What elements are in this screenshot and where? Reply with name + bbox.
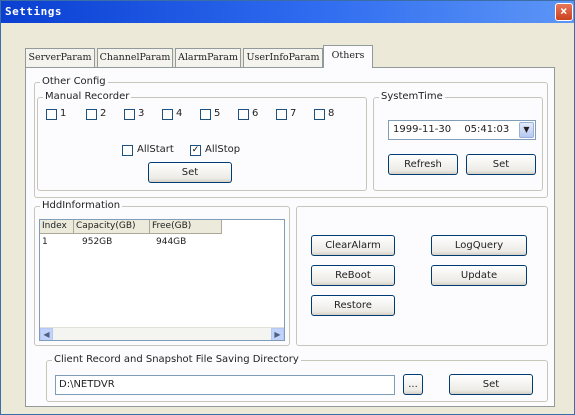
others-panel: Other Config Manual Recorder 1 2 3 4 5 6… <box>25 67 555 407</box>
directory-set-button[interactable]: Set <box>449 374 533 395</box>
channel-1-label: 1 <box>60 108 67 119</box>
refresh-time-button[interactable]: Refresh <box>388 154 458 175</box>
title-bar[interactable]: Settings × <box>1 1 574 23</box>
restore-button[interactable]: Restore <box>311 295 395 316</box>
all-stop-checkbox[interactable]: ✓ <box>190 145 201 156</box>
chevron-down-icon[interactable]: ▼ <box>519 122 534 138</box>
system-date-value: 1999-11-30 <box>393 124 452 135</box>
scroll-left-icon[interactable]: ◀ <box>40 328 53 340</box>
system-time-group: SystemTime 1999-11-30 05:41:03 ▼ Refresh… <box>373 91 543 191</box>
all-start-label: AllStart <box>137 144 174 155</box>
tab-others[interactable]: Others <box>323 45 373 68</box>
system-actions-group: ClearAlarm LogQuery ReBoot Update Restor… <box>296 206 548 346</box>
hdd-free-cell: 944GB <box>156 237 187 247</box>
hdd-table-header: Index Capacity(GB) Free(GB) <box>40 220 284 234</box>
hdd-information-group: HddInformation Index Capacity(GB) Free(G… <box>34 200 290 346</box>
channel-4-label: 4 <box>176 108 183 119</box>
settings-window: Settings × ServerParam ChannelParam Alar… <box>0 0 575 415</box>
system-time-legend: SystemTime <box>379 91 445 103</box>
table-row[interactable]: 1 952GB 944GB <box>40 236 284 248</box>
all-stop-label: AllStop <box>205 144 241 155</box>
manual-recorder-group: Manual Recorder 1 2 3 4 5 6 7 8 AllStart… <box>37 91 367 191</box>
close-icon[interactable]: × <box>555 3 573 21</box>
clear-alarm-button[interactable]: ClearAlarm <box>311 235 395 256</box>
channel-2-label: 2 <box>100 108 107 119</box>
system-time-value: 05:41:03 <box>464 124 510 135</box>
horizontal-scrollbar[interactable]: ◀ ▶ <box>40 327 284 340</box>
all-start-checkbox[interactable] <box>122 145 133 156</box>
system-time-picker[interactable]: 1999-11-30 05:41:03 ▼ <box>388 120 536 140</box>
channel-8-label: 8 <box>328 108 335 119</box>
channel-3-label: 3 <box>138 108 145 119</box>
channel-3-checkbox[interactable] <box>124 109 135 120</box>
client-directory-group: Client Record and Snapshot File Saving D… <box>46 354 548 402</box>
channel-6-label: 6 <box>252 108 259 119</box>
channel-1-checkbox[interactable] <box>46 109 57 120</box>
window-title: Settings <box>5 5 62 18</box>
tab-user-info-param[interactable]: UserInfoParam <box>243 48 323 67</box>
channel-7-label: 7 <box>290 108 297 119</box>
manual-recorder-legend: Manual Recorder <box>43 91 132 103</box>
log-query-button[interactable]: LogQuery <box>431 235 527 256</box>
client-directory-legend: Client Record and Snapshot File Saving D… <box>52 354 301 366</box>
hdd-table[interactable]: Index Capacity(GB) Free(GB) 1 952GB 944G… <box>39 219 285 341</box>
channel-8-checkbox[interactable] <box>314 109 325 120</box>
column-header-capacity[interactable]: Capacity(GB) <box>74 220 150 234</box>
channel-6-checkbox[interactable] <box>238 109 249 120</box>
other-config-group: Other Config Manual Recorder 1 2 3 4 5 6… <box>34 76 548 198</box>
manual-recorder-set-button[interactable]: Set <box>148 162 232 183</box>
column-header-free[interactable]: Free(GB) <box>150 220 222 234</box>
browse-button[interactable]: ... <box>403 374 423 395</box>
channel-7-checkbox[interactable] <box>276 109 287 120</box>
system-time-set-button[interactable]: Set <box>466 154 536 175</box>
directory-path-input[interactable]: D:\NETDVR <box>55 375 395 395</box>
tab-server-param[interactable]: ServerParam <box>25 48 95 67</box>
channel-5-label: 5 <box>214 108 221 119</box>
channel-4-checkbox[interactable] <box>162 109 173 120</box>
hdd-information-legend: HddInformation <box>40 200 123 212</box>
hdd-capacity-cell: 952GB <box>82 237 113 247</box>
tab-alarm-param[interactable]: AlarmParam <box>175 48 241 67</box>
hdd-index-cell: 1 <box>42 237 48 247</box>
channel-2-checkbox[interactable] <box>86 109 97 120</box>
update-button[interactable]: Update <box>431 265 527 286</box>
scroll-right-icon[interactable]: ▶ <box>271 328 284 340</box>
channel-5-checkbox[interactable] <box>200 109 211 120</box>
other-config-legend: Other Config <box>40 76 108 88</box>
column-header-index[interactable]: Index <box>40 220 74 234</box>
reboot-button[interactable]: ReBoot <box>311 265 395 286</box>
tab-channel-param[interactable]: ChannelParam <box>97 48 173 67</box>
